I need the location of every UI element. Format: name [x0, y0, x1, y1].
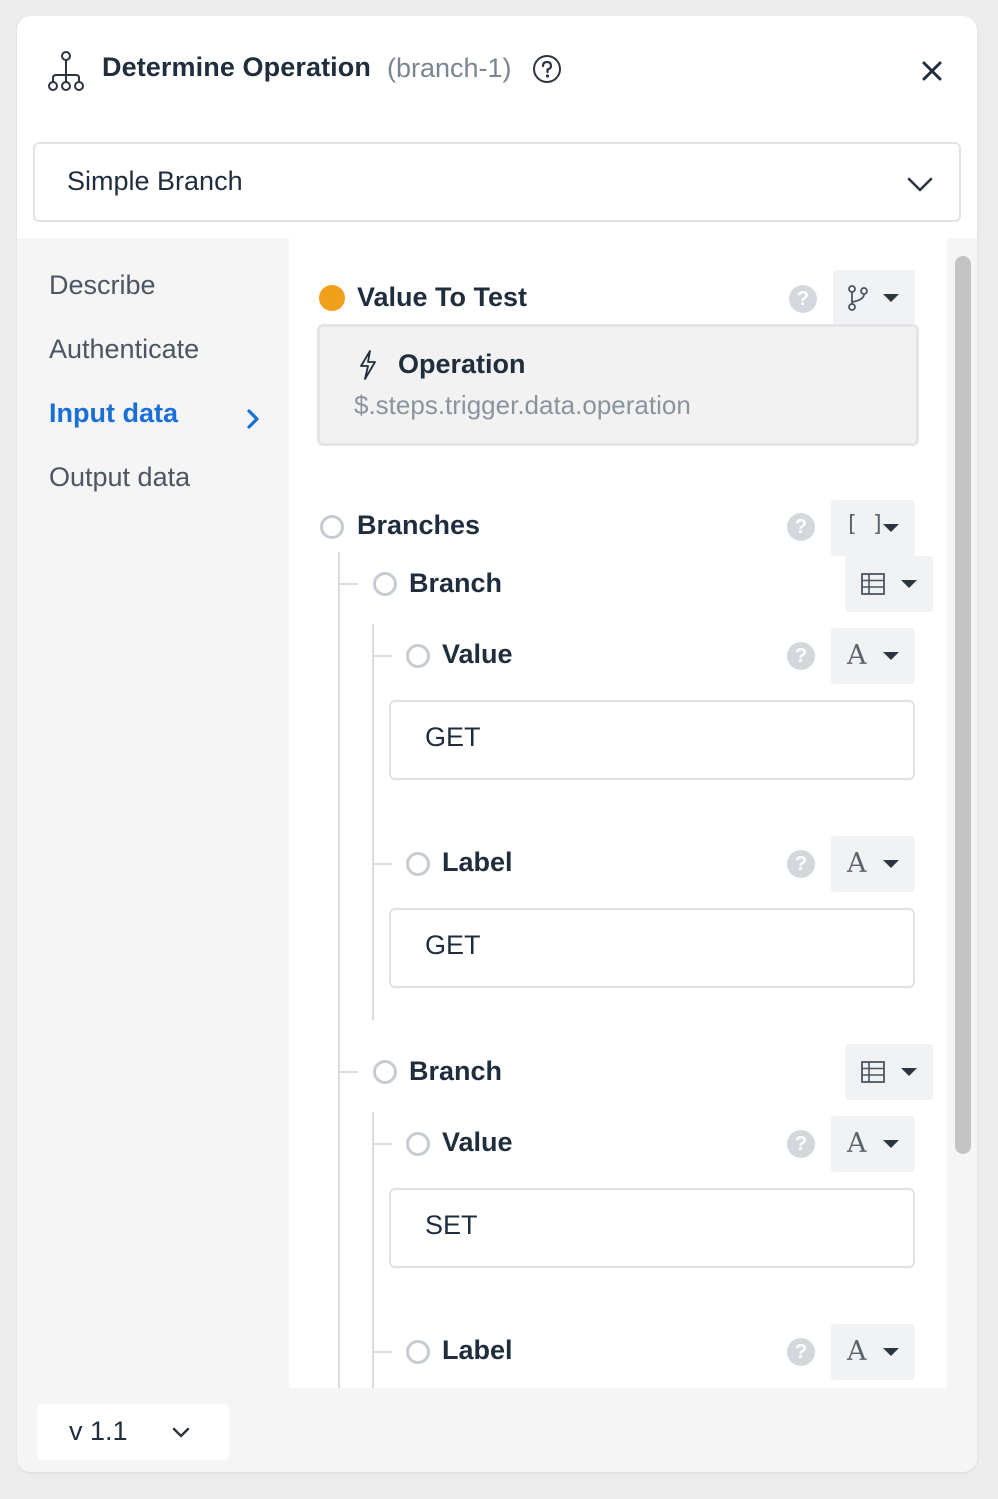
value-input-text: GET — [425, 722, 481, 752]
sidebar-item-authenticate[interactable]: Authenticate — [49, 334, 199, 365]
field-status-radio — [406, 852, 430, 876]
dropdown-caret-icon — [883, 294, 899, 302]
text-type-icon: A — [847, 1128, 867, 1159]
field-status-radio — [320, 515, 344, 539]
workflow-branch-icon — [48, 51, 84, 91]
version-select[interactable]: v 1.1 — [37, 1404, 229, 1460]
field-label-value: Value — [442, 639, 513, 669]
field-label-label: Label — [442, 1335, 513, 1365]
dropdown-caret-icon — [883, 524, 899, 532]
field-label-branches: Branches — [357, 510, 481, 540]
lightning-bolt-icon — [360, 350, 376, 380]
tree-guide — [338, 552, 340, 1388]
text-type-icon: A — [847, 1336, 867, 1367]
chevron-right-icon — [247, 409, 259, 429]
tree-connector — [338, 1071, 358, 1073]
table-icon — [861, 573, 885, 595]
version-label: v 1.1 — [69, 1416, 128, 1446]
field-status-radio — [373, 1060, 397, 1084]
value-input[interactable]: SET — [389, 1188, 915, 1268]
help-icon[interactable]: ? — [787, 642, 815, 670]
step-key: (branch-1) — [387, 53, 512, 83]
tree-connector — [372, 863, 392, 865]
reference-path: $.steps.trigger.data.operation — [354, 390, 691, 420]
help-icon[interactable]: ? — [789, 285, 817, 313]
field-type-selector[interactable] — [845, 556, 933, 612]
field-type-selector[interactable]: A — [831, 628, 915, 684]
field-status-radio — [406, 644, 430, 668]
chevron-down-icon — [907, 177, 933, 192]
question-circle-icon[interactable] — [532, 54, 562, 84]
tree-guide — [372, 1112, 374, 1388]
dropdown-caret-icon — [883, 652, 899, 660]
field-type-selector[interactable] — [833, 270, 915, 326]
field-status-radio — [373, 572, 397, 596]
field-status-radio — [406, 1132, 430, 1156]
dropdown-caret-icon — [901, 580, 917, 588]
field-status-radio — [406, 1340, 430, 1364]
panel-footer: v 1.1 — [17, 1388, 977, 1472]
dropdown-caret-icon — [901, 1068, 917, 1076]
field-label-branch: Branch — [409, 1056, 503, 1086]
git-branch-icon — [848, 285, 868, 311]
field-label-branch: Branch — [409, 568, 503, 598]
field-type-selector[interactable] — [845, 1044, 933, 1100]
sidebar-item-output-data[interactable]: Output data — [49, 462, 190, 493]
field-type-selector[interactable]: A — [831, 836, 915, 892]
array-brackets-icon: [ ] — [845, 512, 885, 537]
step-title: Determine Operation — [102, 52, 371, 82]
input-fields-area: Value To Test ? Operation $.steps.trigge… — [289, 238, 947, 1388]
tree-connector — [338, 583, 358, 585]
sidebar-item-input-data[interactable]: Input data — [49, 398, 178, 429]
sidebar-item-describe[interactable]: Describe — [49, 270, 156, 301]
scrollbar-thumb[interactable] — [955, 256, 971, 1154]
field-type-selector[interactable]: [ ] — [831, 500, 915, 556]
chevron-down-icon — [172, 1427, 190, 1438]
field-type-selector[interactable]: A — [831, 1116, 915, 1172]
table-icon — [861, 1061, 885, 1083]
help-icon[interactable]: ? — [787, 513, 815, 541]
dropdown-caret-icon — [883, 1348, 899, 1356]
required-indicator — [319, 285, 345, 311]
label-input[interactable]: GET — [389, 908, 915, 988]
action-select[interactable]: Simple Branch — [33, 142, 961, 222]
value-input[interactable]: GET — [389, 700, 915, 780]
reference-title: Operation — [398, 349, 526, 379]
text-type-icon: A — [847, 848, 867, 879]
help-icon[interactable]: ? — [787, 1130, 815, 1158]
text-type-icon: A — [847, 640, 867, 671]
step-config-panel: Determine Operation (branch-1) Simple Br… — [17, 16, 977, 1472]
dropdown-caret-icon — [883, 860, 899, 868]
value-input-text: SET — [425, 1210, 478, 1240]
tree-connector — [372, 1351, 392, 1353]
field-label-value: Value — [442, 1127, 513, 1157]
field-label-value-to-test: Value To Test — [357, 282, 528, 312]
help-icon[interactable]: ? — [787, 850, 815, 878]
help-icon[interactable]: ? — [787, 1338, 815, 1366]
reference-chip[interactable]: Operation $.steps.trigger.data.operation — [317, 324, 919, 446]
label-input-text: GET — [425, 930, 481, 960]
tree-connector — [372, 655, 392, 657]
dropdown-caret-icon — [883, 1140, 899, 1148]
action-select-value: Simple Branch — [67, 166, 243, 196]
close-icon[interactable] — [917, 56, 947, 86]
tree-connector — [372, 1143, 392, 1145]
field-label-label: Label — [442, 847, 513, 877]
field-type-selector[interactable]: A — [831, 1324, 915, 1380]
panel-header: Determine Operation (branch-1) — [17, 16, 977, 126]
tree-guide — [372, 624, 374, 1020]
